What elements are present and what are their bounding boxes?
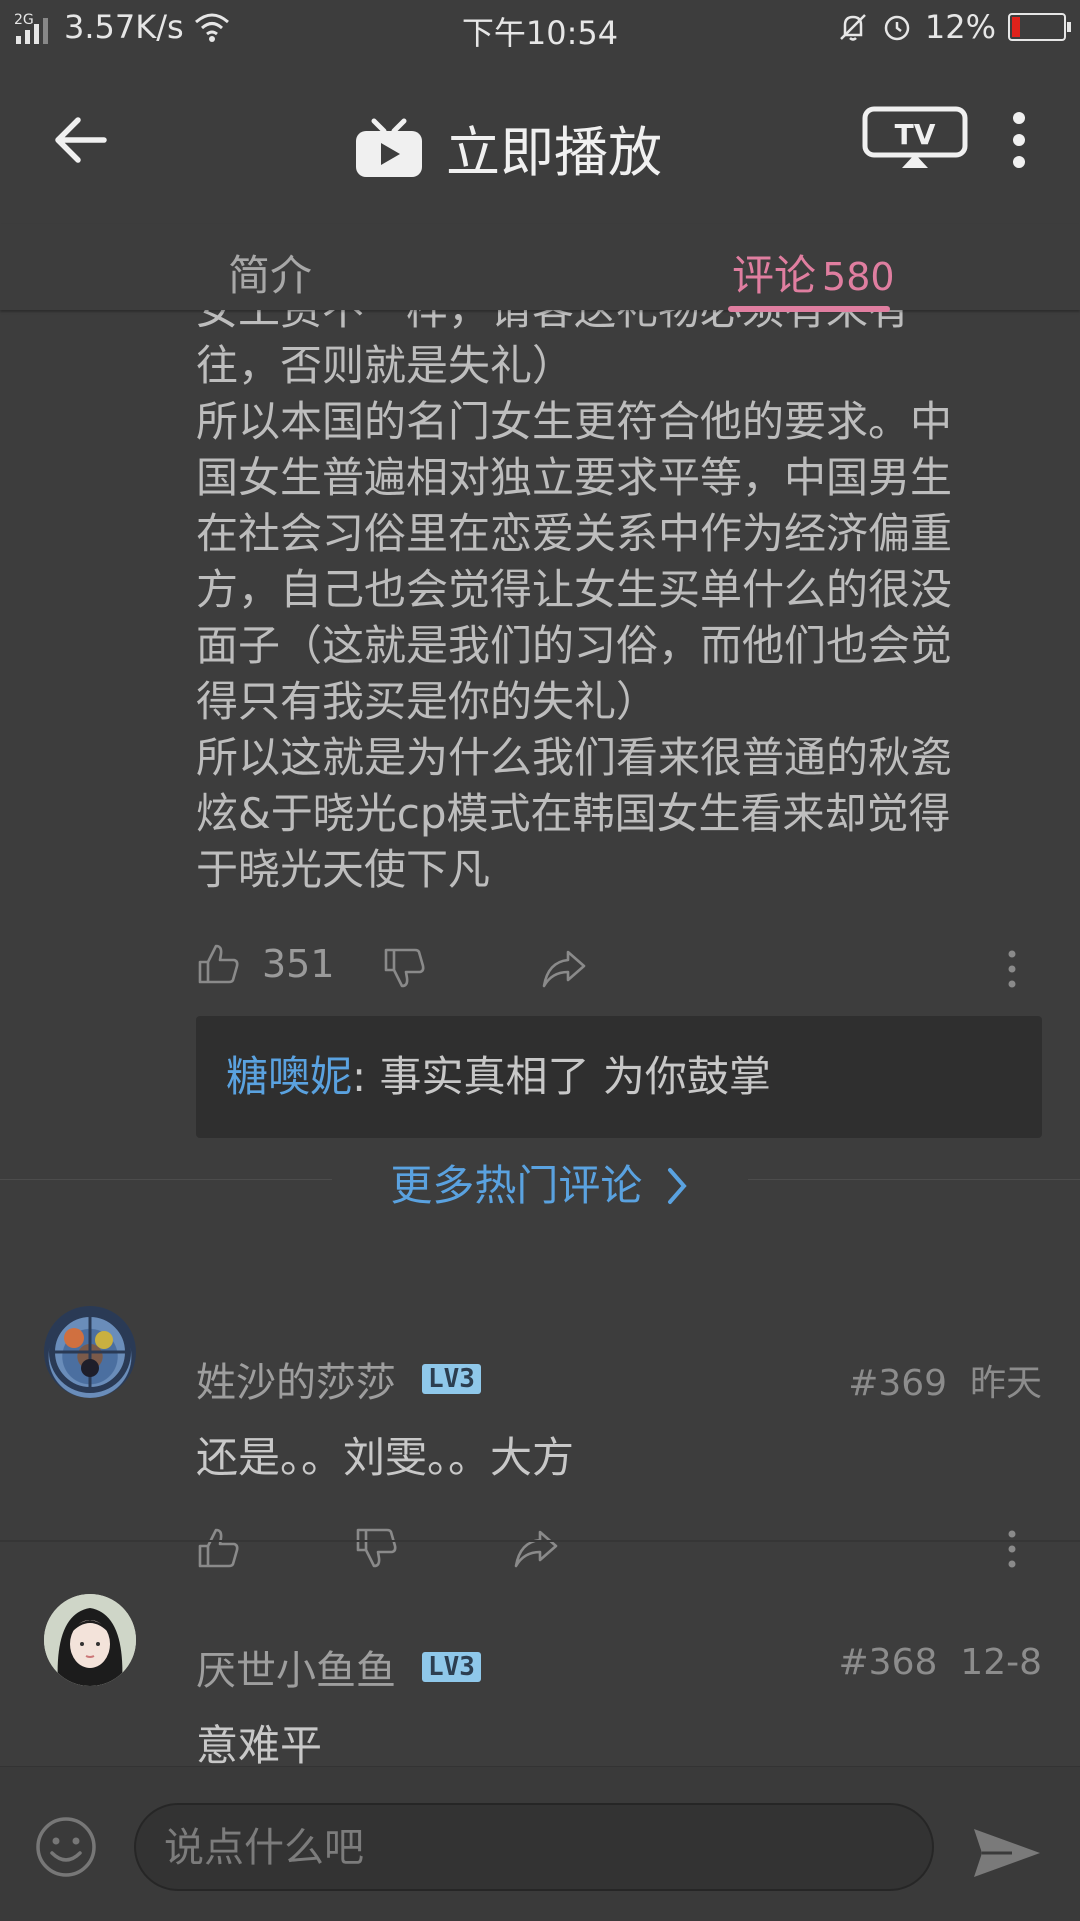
comment-input[interactable] [162,1819,906,1877]
tv-cast-icon[interactable]: TV [862,106,968,170]
comment-floor: #368 [838,1642,938,1683]
more-hot-comments-link[interactable]: 更多热门评论 [0,1152,1080,1213]
comment-date: 12-8 [960,1642,1042,1683]
thumbs-down-icon[interactable] [354,1526,398,1570]
mute-bell-icon [839,14,866,41]
tab-comments-count: 580 [822,255,895,299]
tv-play-logo-icon [356,118,422,177]
comment-line: 所以本国的名门女生更符合他的要求。中 [196,397,953,446]
comment-author[interactable]: 姓沙的莎莎 [196,1350,396,1408]
reply-separator: : [352,1052,380,1101]
comment-text: 意难平 [196,1721,323,1766]
tab-comments-label: 评论 [732,251,817,300]
divider-left [0,1179,332,1180]
comment-line: 方，自己也会觉得让女生买单什么的很没 [196,565,953,614]
reply-text: 事实真相了 为你鼓掌 [379,1052,771,1101]
comment-actions [196,1522,1046,1578]
comment-line: 炫&于晓光cp模式在韩国女生看来却觉得 [196,789,951,838]
comment-floor: #369 [848,1363,948,1404]
status-bar: 2G 3.57K/s 下午10:54 12% [0,0,1080,56]
comment-actions: 351 [196,942,1046,998]
tab-comments[interactable]: 评论 580 [732,242,895,303]
comment-author[interactable]: 厌世小鱼鱼 [196,1638,396,1696]
comment-line: 得只有我买是你的失礼） [196,677,659,726]
share-icon[interactable] [540,946,588,990]
send-icon[interactable] [972,1825,1042,1881]
comment-body-text: 女工资不一样，请客送礼物必须有来有 往，否则就是失礼） 所以本国的名门女生更符合… [196,310,1046,898]
like-count: 351 [262,942,335,986]
more-hot-label: 更多热门评论 [390,1161,643,1210]
tab-bar: 简介 评论 580 [0,224,1080,312]
comment-line: 于晓光天使下凡 [196,845,491,894]
comment-divider [0,1540,1080,1542]
comment-more-icon[interactable] [1004,1528,1020,1570]
avatar-window-icon [49,1311,131,1393]
comment-author-row: 姓沙的莎莎 LV3 [196,1350,481,1408]
comment-more-icon[interactable] [1004,948,1020,990]
level-badge: LV3 [422,1364,481,1394]
app-bar: 立即播放 TV [0,56,1080,224]
like-button[interactable]: 351 [196,942,335,986]
tab-intro[interactable]: 简介 [228,242,312,303]
comment-date: 昨天 [969,1363,1042,1404]
brand: 立即播放 [354,108,662,187]
comment-line: 面子（这就是我们的习俗，而他们也会觉 [196,621,953,670]
comment-line: 往，否则就是失礼） [196,341,575,390]
comment-line: 国女生普遍相对独立要求平等，中国男生 [196,453,953,502]
comment-meta: #368 12-8 [839,1642,1042,1683]
app-title: 立即播放 [446,121,662,184]
emoji-icon[interactable] [34,1815,98,1879]
comment-line: 在社会习俗里在恋爱关系中作为经济偏重 [196,509,953,558]
level-badge: LV3 [422,1652,481,1682]
battery-icon [1008,13,1071,41]
thumbs-down-icon[interactable] [382,946,426,990]
comment-meta: #369 昨天 [848,1354,1042,1406]
bottom-input-bar [0,1766,1080,1921]
comment-author-row: 厌世小鱼鱼 LV3 [196,1638,481,1696]
divider-right [748,1179,1080,1180]
comments-scroll-area[interactable]: 女工资不一样，请客送礼物必须有来有 往，否则就是失礼） 所以本国的名门女生更符合… [0,310,1080,1766]
comment-input-field[interactable] [134,1803,934,1891]
alarm-icon [884,15,910,41]
avatar[interactable] [44,1594,136,1686]
comment-text: 还是。。刘雯。。大方 [196,1433,575,1482]
thumbs-up-icon[interactable] [196,1526,240,1570]
back-arrow-icon[interactable] [52,110,112,170]
tab-indicator [728,306,890,312]
share-icon[interactable] [512,1526,560,1570]
comment-line: 女工资不一样，请客送礼物必须有来有 [196,310,1046,338]
avatar[interactable] [44,1306,136,1398]
reply-author[interactable]: 糖噢妮 [226,1052,352,1101]
avatar-girl-icon [44,1594,136,1686]
status-right: 12% [837,8,1071,46]
thumbs-up-icon [198,944,239,984]
reply-preview[interactable]: 糖噢妮: 事实真相了 为你鼓掌 [196,1016,1042,1138]
svg-text:TV: TV [895,118,936,151]
chevron-right-icon [667,1168,687,1204]
battery-percent: 12% [924,8,996,46]
more-vertical-icon[interactable] [1004,110,1034,170]
comment-line: 所以这就是为什么我们看来很普通的秋瓷 [196,733,953,782]
